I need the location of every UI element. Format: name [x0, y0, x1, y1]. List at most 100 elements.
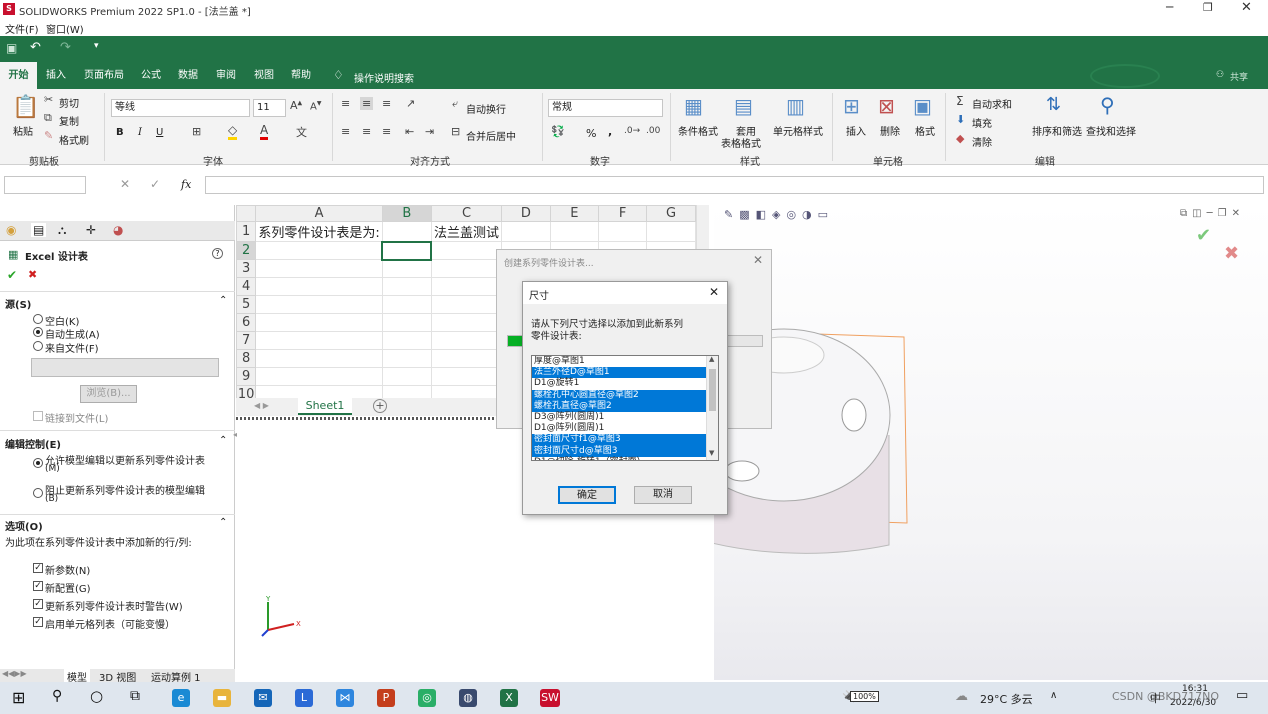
feishu-icon[interactable]: ⋈ [336, 689, 354, 707]
sheet-nav-icon[interactable]: ◀ ▶ [254, 401, 269, 410]
windows-start-icon[interactable]: ⊞ [12, 688, 25, 707]
tray-chevron-icon[interactable]: ∧ [1050, 690, 1057, 701]
config-manager-tab-icon[interactable]: ⛬ [58, 223, 66, 238]
clear-button[interactable]: 清除 [972, 134, 992, 149]
cell[interactable] [255, 349, 383, 368]
help-icon[interactable]: ? [212, 248, 223, 259]
cancel-entry-icon[interactable]: ✕ [120, 177, 130, 191]
browse-button[interactable]: 浏览(B)... [80, 385, 137, 403]
scroll-down-icon[interactable]: ▼ [709, 449, 714, 457]
confirm-entry-icon[interactable]: ✓ [150, 177, 160, 191]
font-color-icon[interactable]: A [260, 123, 269, 140]
dimensions-dialog-close-icon[interactable]: ✕ [709, 285, 719, 299]
radio-allow-edit[interactable] [33, 458, 43, 468]
decrease-indent-icon[interactable]: ⇤ [405, 125, 414, 138]
tab-formulas[interactable]: 公式 [136, 62, 166, 89]
minimize-icon[interactable]: ─ [1166, 0, 1173, 14]
font-size-select[interactable]: 11 [253, 99, 286, 117]
phonetic-icon[interactable]: 文 [296, 124, 307, 140]
insert-cells-icon[interactable]: ⊞ [843, 94, 860, 118]
format-cells-button[interactable]: 格式 [915, 123, 935, 138]
row-header[interactable]: 3 [235, 259, 257, 278]
radio-from-file[interactable] [33, 341, 43, 351]
format-as-table-button-l2[interactable]: 表格格式 [721, 135, 761, 150]
cell[interactable] [255, 277, 383, 296]
menu-window[interactable]: 窗口(W) [46, 21, 84, 36]
find-select-icon[interactable]: ⚲ [1100, 93, 1115, 117]
dimension-list-item[interactable]: D1@切除-旋转1（密封面） [532, 457, 706, 460]
col-header[interactable]: A [255, 205, 383, 222]
align-center-icon[interactable]: ≡ [362, 125, 371, 138]
paste-button[interactable]: 粘贴 [13, 123, 33, 138]
cancel-icon[interactable]: ✖ [28, 268, 37, 281]
wrap-text-icon[interactable]: ⤶ [452, 97, 458, 111]
cell[interactable] [430, 367, 502, 386]
dimensions-list[interactable]: 厚度@草图1 法兰外径D@草图1 D1@旋转1 螺栓孔中心圆直径@草图2 螺栓孔直径@草… [531, 355, 719, 461]
row-header[interactable]: 9 [235, 367, 257, 386]
cell[interactable] [255, 367, 383, 386]
cell[interactable] [255, 295, 383, 314]
conditional-format-icon[interactable]: ▦ [684, 94, 703, 118]
cell[interactable] [255, 259, 383, 278]
create-dialog-close-icon[interactable]: ✕ [753, 253, 763, 267]
cell[interactable] [255, 313, 383, 332]
decrease-font-icon[interactable]: A▼ [310, 100, 321, 112]
name-box[interactable] [4, 176, 86, 194]
dimensions-ok-button[interactable]: 确定 [558, 486, 616, 504]
corner-cell[interactable] [235, 205, 257, 222]
cell[interactable] [646, 221, 696, 242]
new-params-checkbox[interactable]: ✓ [33, 563, 43, 573]
cell[interactable] [381, 313, 432, 332]
number-format-select[interactable]: 常规 [548, 99, 663, 117]
find-select-button[interactable]: 查找和选择 [1086, 123, 1136, 138]
cell-a1[interactable]: 系列零件设计表是为: [255, 221, 383, 242]
dimension-list-item[interactable]: 螺栓孔中心圆直径@草图2 [532, 389, 706, 401]
redo-icon[interactable]: ↷ [60, 40, 71, 55]
cell[interactable] [381, 277, 432, 296]
align-middle-icon[interactable]: ≡ [360, 97, 374, 110]
row-header[interactable]: 2 [235, 241, 257, 260]
autosum-button[interactable]: 自动求和 [972, 96, 1012, 111]
cell-styles-icon[interactable]: ▥ [786, 94, 805, 118]
dim-xpert-tab-icon[interactable]: ✛ [86, 223, 96, 237]
share-icon[interactable]: ⚇ [1216, 70, 1224, 80]
collapse-caret-icon[interactable]: ⌃ [219, 517, 227, 528]
dimension-list-item[interactable]: 厚度@草图1 [532, 356, 706, 367]
col-header[interactable]: C [430, 205, 502, 222]
edge-icon[interactable]: e [172, 689, 190, 707]
scroll-thumb[interactable] [709, 369, 716, 411]
search-icon[interactable]: ⚲ [52, 688, 62, 704]
radio-auto-create[interactable] [33, 327, 43, 337]
formula-input[interactable] [205, 176, 1264, 194]
close-icon[interactable]: ✕ [1241, 0, 1252, 15]
mail-icon[interactable]: ✉ [254, 689, 272, 707]
cell[interactable] [381, 367, 432, 386]
format-cells-icon[interactable]: ▣ [913, 94, 932, 118]
ok-icon[interactable]: ✔ [7, 268, 17, 282]
tab-review[interactable]: 审阅 [211, 62, 241, 89]
increase-font-icon[interactable]: A▲ [290, 99, 302, 112]
paste-icon[interactable]: 📋 [12, 95, 39, 120]
cell-b2-selected[interactable] [381, 240, 433, 261]
format-painter-icon[interactable]: ✎ [44, 129, 53, 142]
cut-button[interactable]: 剪切 [59, 95, 79, 110]
cell[interactable] [381, 295, 432, 314]
property-manager-tab-icon[interactable]: ▤ [31, 223, 47, 237]
insert-function-button[interactable]: fx [181, 178, 191, 191]
row-header[interactable]: 5 [235, 295, 257, 314]
link-file-checkbox[interactable] [33, 411, 43, 421]
tab-data[interactable]: 数据 [173, 62, 203, 89]
conditional-format-button[interactable]: 条件格式 [678, 123, 718, 138]
collapse-caret-icon[interactable]: ⌃ [219, 295, 227, 306]
increase-indent-icon[interactable]: ⇥ [425, 125, 434, 138]
new-configs-checkbox[interactable]: ✓ [33, 581, 43, 591]
dimension-list-item[interactable]: 螺栓孔直径@草图2 [532, 400, 706, 412]
add-sheet-button[interactable]: + [373, 399, 387, 413]
percent-button[interactable]: % [586, 127, 596, 140]
cell-c1[interactable]: 法兰盖测试 [430, 221, 502, 242]
menu-file[interactable]: 文件(F) [5, 21, 39, 36]
cell[interactable] [430, 241, 502, 260]
scroll-up-icon[interactable]: ▲ [709, 356, 714, 363]
cell[interactable] [381, 331, 432, 350]
display-manager-tab-icon[interactable]: ◕ [113, 223, 123, 237]
